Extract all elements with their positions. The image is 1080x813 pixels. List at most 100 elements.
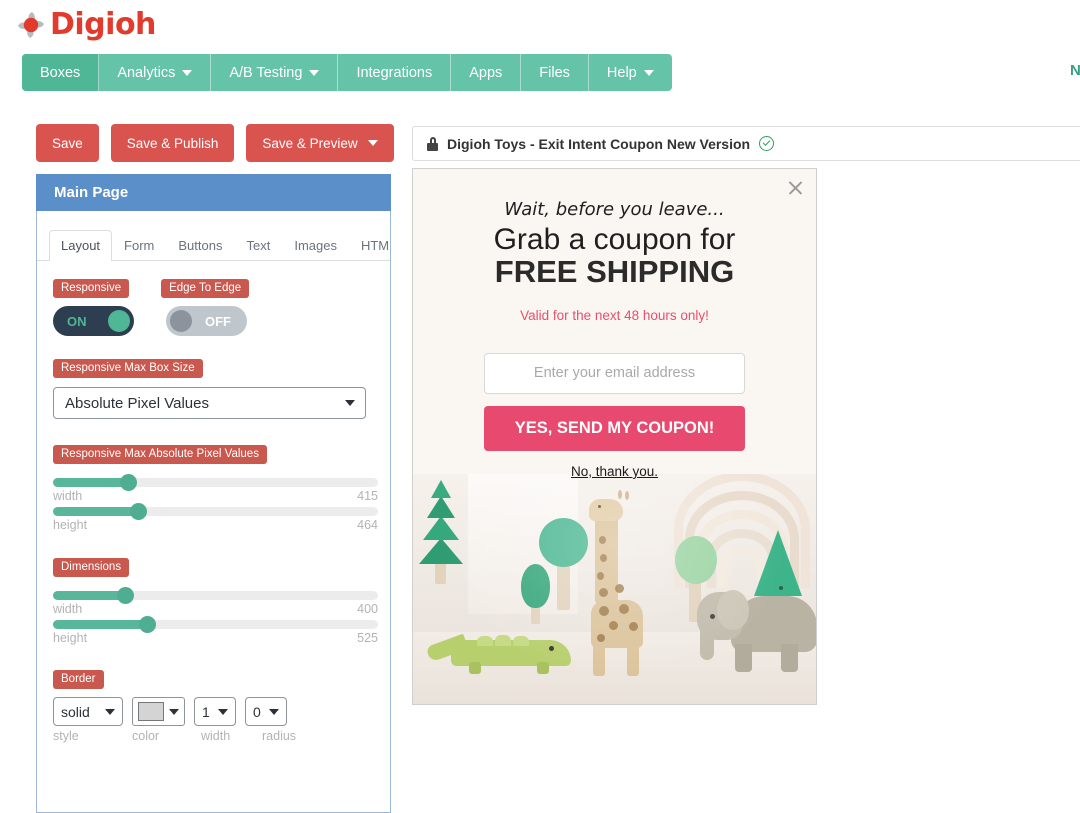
popup-subtext: Valid for the next 48 hours only! — [520, 307, 709, 323]
max-box-size-label: Responsive Max Box Size — [53, 359, 203, 378]
dimensions-height-slider[interactable] — [53, 616, 378, 633]
tab-text[interactable]: Text — [234, 230, 282, 261]
chevron-down-icon — [105, 708, 115, 715]
responsive-toggle[interactable]: ON — [53, 306, 134, 336]
app-root: Digioh Boxes Analytics A/B Testing Integ… — [0, 0, 1080, 813]
responsive-label: Responsive — [53, 279, 130, 298]
submit-coupon-button[interactable]: YES, SEND MY COUPON! — [484, 405, 745, 451]
tab-label: Images — [294, 238, 337, 253]
responsive-max-abs-section: Responsive Max Absolute Pixel Values wid… — [37, 444, 390, 532]
color-swatch — [138, 702, 164, 721]
nav-item-label: Analytics — [117, 64, 176, 81]
nav-item-boxes[interactable]: Boxes — [22, 54, 100, 91]
max-box-size-select[interactable]: Absolute Pixel Values — [53, 387, 366, 419]
border-width-select[interactable]: 1 — [194, 697, 236, 726]
toggle-knob — [170, 310, 192, 332]
nav-item-label: Files — [539, 64, 570, 81]
offscreen-link-truncated[interactable]: N — [1070, 62, 1080, 79]
border-style-select[interactable]: solid — [53, 697, 123, 726]
panel-header: Main Page — [36, 174, 391, 211]
edge-to-edge-toggle[interactable]: OFF — [166, 306, 247, 336]
border-style-value: solid — [61, 703, 90, 720]
responsive-max-width-name: width — [53, 489, 83, 503]
save-publish-button[interactable]: Save & Publish — [110, 124, 235, 162]
chevron-down-icon — [218, 708, 228, 715]
dimensions-width-slider-group: width 400 — [53, 587, 378, 616]
slider-handle[interactable] — [119, 474, 137, 491]
dimensions-width-name: width — [53, 602, 83, 616]
chevron-down-icon — [309, 69, 320, 76]
panel-tabs: Layout Form Buttons Text Images HTML — [37, 211, 390, 261]
tab-form[interactable]: Form — [112, 230, 166, 261]
decline-link[interactable]: No, thank you. — [484, 464, 745, 479]
tab-label: Form — [124, 238, 155, 253]
wooden-toy-animals-photo — [413, 474, 816, 704]
lock-icon — [427, 136, 438, 151]
tab-label: Layout — [61, 238, 101, 253]
box-titlebar[interactable]: Digioh Toys - Exit Intent Coupon New Ver… — [412, 126, 1080, 161]
pinwheel-logo-icon — [14, 8, 48, 42]
popup-headline-1: Grab a coupon for — [493, 223, 736, 256]
nav-item-help[interactable]: Help — [589, 54, 672, 91]
dimensions-height-value: 525 — [357, 631, 378, 645]
email-input-placeholder: Enter your email address — [533, 365, 696, 382]
close-icon[interactable] — [784, 177, 806, 199]
brand-name: Digioh — [50, 7, 156, 42]
email-input[interactable]: Enter your email address — [484, 352, 745, 394]
save-button[interactable]: Save — [36, 124, 99, 162]
edge-to-edge-label: Edge To Edge — [161, 279, 250, 298]
tab-images[interactable]: Images — [282, 230, 349, 261]
nav-item-analytics[interactable]: Analytics — [99, 54, 212, 91]
border-radius-caption: radius — [262, 729, 297, 743]
tab-label: Text — [246, 238, 271, 253]
dimensions-label: Dimensions — [53, 558, 130, 577]
border-width-caption: width — [201, 729, 231, 743]
nav-item-files[interactable]: Files — [521, 54, 589, 91]
popup-preview: Wait, before you leave... Grab a coupon … — [412, 168, 817, 705]
max-box-size-section: Responsive Max Box Size Absolute Pixel V… — [37, 358, 390, 419]
main-navigation: Boxes Analytics A/B Testing Integrations… — [22, 54, 672, 91]
tab-html[interactable]: HTML — [349, 230, 390, 261]
border-label: Border — [53, 670, 104, 689]
chevron-down-icon — [169, 708, 179, 715]
toggles-section: Responsive Edge To Edge ON OFF — [37, 279, 390, 336]
dimensions-width-value: 400 — [357, 602, 378, 616]
responsive-max-width-value: 415 — [357, 489, 378, 503]
tab-buttons[interactable]: Buttons — [166, 230, 234, 261]
tab-label: HTML — [360, 238, 390, 253]
responsive-max-height-value: 464 — [357, 518, 378, 532]
toggle-knob — [108, 310, 130, 332]
border-section: Border solid 1 0 style color width radiu… — [37, 669, 390, 743]
slider-handle[interactable] — [116, 587, 134, 604]
responsive-max-height-slider[interactable] — [53, 503, 378, 520]
nav-item-label: Boxes — [40, 64, 81, 81]
editor-toolbar: Save Save & Publish Save & Preview — [36, 124, 394, 162]
dimensions-width-slider[interactable] — [53, 587, 378, 604]
nav-item-apps[interactable]: Apps — [451, 54, 522, 91]
border-radius-value: 0 — [253, 703, 261, 720]
nav-item-label: Apps — [469, 64, 503, 81]
save-preview-button[interactable]: Save & Preview — [246, 124, 394, 162]
chevron-down-icon — [345, 400, 355, 406]
brand-logo[interactable]: Digioh — [14, 4, 156, 46]
layout-settings-panel: Layout Form Buttons Text Images HTML Res… — [36, 211, 391, 813]
check-circle-icon — [759, 136, 775, 151]
nav-item-label: Integrations — [356, 64, 433, 81]
responsive-max-width-slider[interactable] — [53, 474, 378, 491]
box-title: Digioh Toys - Exit Intent Coupon New Ver… — [447, 135, 751, 152]
dimensions-height-slider-group: height 525 — [53, 616, 378, 645]
responsive-max-height-name: height — [53, 518, 88, 532]
slider-handle[interactable] — [129, 503, 147, 520]
border-color-caption: color — [132, 729, 160, 743]
chevron-down-icon — [643, 69, 654, 76]
popup-headline-2: FREE SHIPPING — [494, 254, 735, 290]
responsive-max-height-slider-group: height 464 — [53, 503, 378, 532]
tab-layout[interactable]: Layout — [49, 230, 113, 261]
border-color-picker[interactable] — [132, 697, 185, 726]
save-preview-button-label: Save & Preview — [262, 135, 358, 151]
dimensions-section: Dimensions width 400 height 525 — [37, 557, 390, 645]
border-radius-select[interactable]: 0 — [245, 697, 287, 726]
responsive-toggle-state: ON — [67, 313, 87, 329]
nav-item-ab-testing[interactable]: A/B Testing — [211, 54, 339, 91]
nav-item-integrations[interactable]: Integrations — [338, 54, 452, 91]
